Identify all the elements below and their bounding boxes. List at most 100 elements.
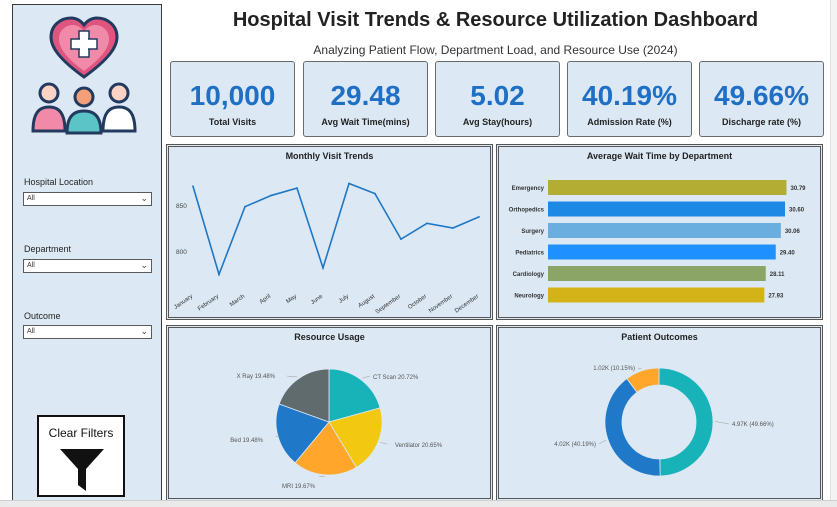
leader-line <box>380 442 388 445</box>
kpi-label: Admission Rate (%) <box>587 117 672 127</box>
kpi-label: Avg Wait Time(mins) <box>321 117 410 127</box>
bar-chart: Emergency 30.79 Orthopedics 30.60 Surgery 30.… <box>509 180 807 303</box>
data-point <box>296 187 298 190</box>
filter-sidebar: Hospital Location All ⌄ Department All ⌄… <box>12 4 162 501</box>
x-tick-label: June <box>310 293 325 306</box>
x-tick-label: September <box>375 294 402 316</box>
chevron-down-icon: ⌄ <box>140 326 148 336</box>
hospital-location-value: All <box>27 195 35 202</box>
page-subtitle: Analyzing Patient Flow, Department Load,… <box>313 43 678 57</box>
kpi-value: 29.48 <box>330 80 401 111</box>
data-point <box>400 238 402 241</box>
pie-chart: CT Scan 20.72% Ventilator 20.65% MRI 19.67… <box>230 368 443 490</box>
category-label: Cardiology <box>513 272 545 278</box>
outcome-dropdown[interactable]: All ⌄ <box>23 325 152 339</box>
x-tick-label: April <box>259 294 272 306</box>
kpi-value: 49.66% <box>714 80 809 111</box>
leader-line <box>637 367 642 370</box>
y-tick-label: 850 <box>176 203 187 210</box>
x-tick-label: December <box>454 294 480 315</box>
filter-label-hospital-location: Hospital Location <box>24 177 94 187</box>
data-point <box>192 185 194 188</box>
funnel-icon <box>60 449 104 491</box>
x-tick-label: May <box>285 294 298 305</box>
slice-label: 1.02K (10.15%) <box>593 366 635 372</box>
bar <box>548 266 766 281</box>
series-line <box>192 182 480 277</box>
bar <box>548 244 776 260</box>
slice-label: MRI 19.67% <box>282 484 316 490</box>
outcome-value: All <box>27 328 35 335</box>
filter-label-department: Department <box>24 244 72 254</box>
monthly-visit-trends-panel: Monthly Visit Trends 800 850 January Februa… <box>166 144 493 320</box>
x-tick-label: February <box>197 294 220 313</box>
slice-label: X Ray 19.48% <box>237 374 276 380</box>
horizontal-scrollbar[interactable] <box>0 500 837 507</box>
category-label: Pediatrics <box>515 251 544 257</box>
line-chart: 800 850 January February March April May June Ju… <box>173 182 480 316</box>
kpi-value: 5.02 <box>470 80 525 111</box>
kpi-value: 10,000 <box>189 80 276 111</box>
bar <box>548 180 787 195</box>
bar <box>548 201 786 217</box>
kpi-label: Discharge rate (%) <box>721 117 802 127</box>
hospital-location-dropdown[interactable]: All ⌄ <box>23 192 152 206</box>
data-point <box>218 273 220 276</box>
slice-label: 4.97K (49.66%) <box>732 422 774 428</box>
department-dropdown[interactable]: All ⌄ <box>23 259 152 273</box>
bar <box>548 287 765 303</box>
chevron-down-icon: ⌄ <box>140 193 148 203</box>
leader-line <box>286 375 298 378</box>
kpi-value: 40.19% <box>582 80 677 111</box>
clear-filters-label: Clear Filters <box>48 426 114 440</box>
leader-line <box>362 375 371 379</box>
kpi-card-total-visits: 10,000 Total Visits <box>170 61 295 137</box>
slice-label: Bed 19.48% <box>230 438 263 444</box>
filter-label-outcome: Outcome <box>24 311 61 321</box>
donut-chart: 4.97K (49.66%) 4.02K (40.19%) 1.02K (10.15… <box>554 366 774 477</box>
data-label: 29.40 <box>780 251 796 257</box>
vertical-scrollbar[interactable] <box>830 0 837 500</box>
leader-line <box>714 421 730 425</box>
x-tick-label: October <box>407 294 428 311</box>
data-point <box>374 192 376 195</box>
data-point <box>322 266 324 269</box>
patient-outcomes-panel: Patient Outcomes 4.97K (49.66%) 4.02K (40… <box>496 325 823 501</box>
data-point <box>270 194 272 197</box>
resource-usage-panel: Resource Usage CT Scan 20.72% Ventilator … <box>166 325 493 501</box>
data-label: 28.11 <box>770 272 785 278</box>
data-point <box>478 215 480 218</box>
kpi-label: Total Visits <box>208 117 257 127</box>
data-point <box>244 205 246 208</box>
data-label: 30.79 <box>791 186 807 192</box>
department-value: All <box>27 262 35 269</box>
leader-line <box>318 475 325 478</box>
people-heart-logo <box>31 16 137 135</box>
donut-slice <box>604 378 661 477</box>
category-label: Neurology <box>514 294 544 300</box>
x-tick-label: March <box>229 294 246 308</box>
y-tick-label: 800 <box>176 249 187 256</box>
avg-wait-by-department-panel: Average Wait Time by Department Emergenc… <box>496 144 823 320</box>
data-label: 30.06 <box>785 229 801 235</box>
bar <box>548 223 781 238</box>
x-tick-label: July <box>338 294 350 305</box>
page-title: Hospital Visit Trends & Resource Utiliza… <box>232 9 759 31</box>
donut-slice <box>658 367 714 477</box>
data-point <box>452 227 454 229</box>
x-tick-label: January <box>173 294 194 311</box>
kpi-card-discharge-rate: 49.66% Discharge rate (%) <box>699 61 824 137</box>
slice-label: CT Scan 20.72% <box>373 375 419 381</box>
data-label: 27.93 <box>768 294 784 300</box>
x-tick-label: November <box>428 294 454 315</box>
chevron-down-icon: ⌄ <box>140 260 148 270</box>
clear-filters-button[interactable]: Clear Filters <box>37 415 125 497</box>
data-point <box>426 222 428 225</box>
data-label: 30.60 <box>789 208 805 214</box>
data-point <box>348 182 350 185</box>
kpi-card-admission-rate: 40.19% Admission Rate (%) <box>567 61 692 137</box>
category-label: Emergency <box>512 186 545 192</box>
category-label: Orthopedics <box>509 208 545 214</box>
kpi-card-avg-wait-time: 29.48 Avg Wait Time(mins) <box>303 61 428 137</box>
category-label: Surgery <box>521 229 544 235</box>
